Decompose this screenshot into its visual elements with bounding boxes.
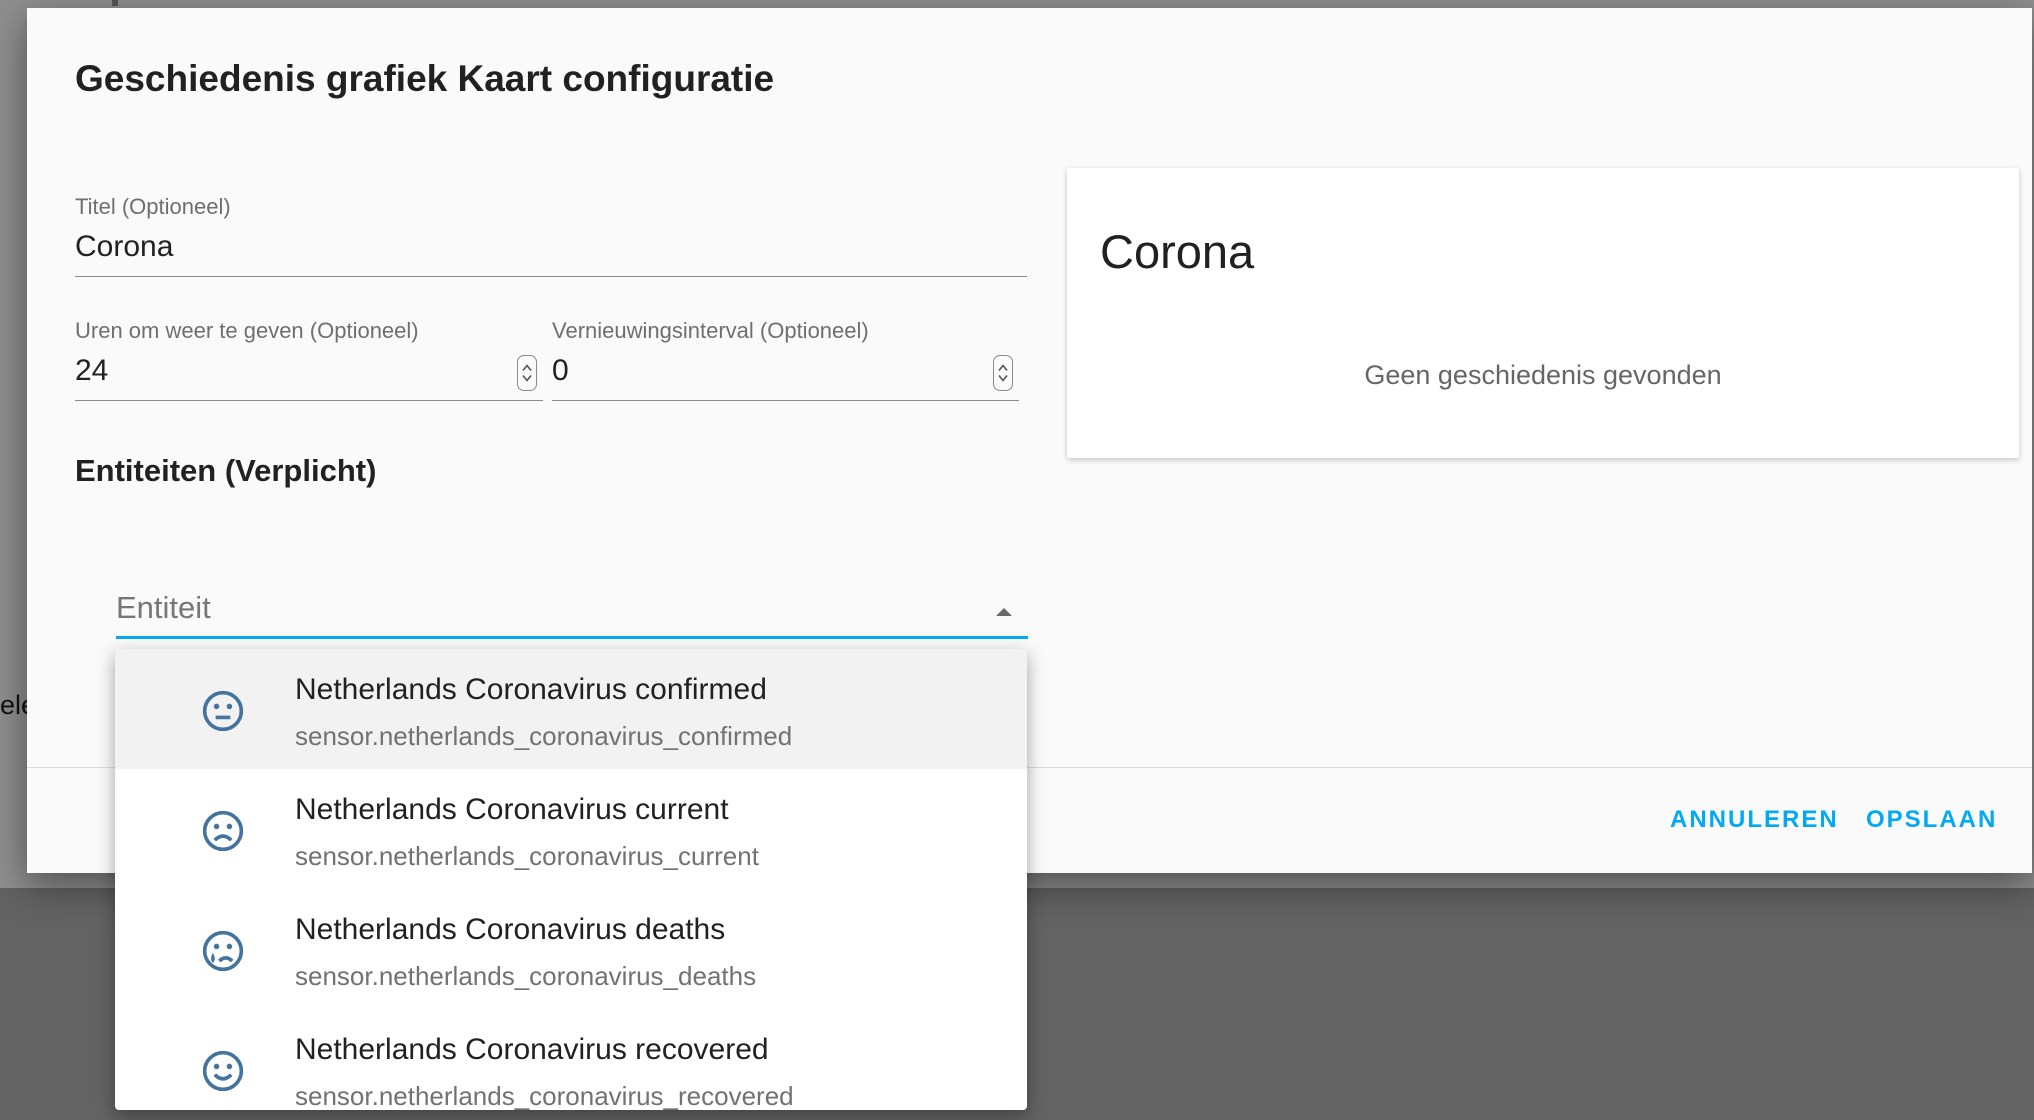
refresh-field[interactable]: Vernieuwingsinterval (Optioneel) 0 bbox=[552, 318, 1019, 401]
dialog-title: Geschiedenis grafiek Kaart configuratie bbox=[75, 58, 775, 99]
backdrop-partial-text: ele bbox=[0, 690, 27, 720]
dropdown-arrow-icon[interactable] bbox=[996, 608, 1012, 616]
hours-field[interactable]: Uren om weer te geven (Optioneel) 24 bbox=[75, 318, 543, 401]
entity-option-id: sensor.netherlands_coronavirus_confirmed bbox=[295, 721, 793, 751]
entity-option-deaths[interactable]: Netherlands Coronavirus deaths sensor.ne… bbox=[115, 889, 1027, 1009]
chevron-down-icon[interactable] bbox=[521, 373, 533, 384]
entity-option-recovered[interactable]: Netherlands Coronavirus recovered sensor… bbox=[115, 1009, 1027, 1110]
preview-title: Corona bbox=[1100, 225, 1255, 278]
preview-card: Corona Geen geschiedenis gevonden bbox=[1067, 168, 2019, 458]
save-button[interactable]: OPSLAAN bbox=[1866, 806, 1997, 834]
neutral-face-icon bbox=[202, 690, 244, 732]
entity-option-current[interactable]: Netherlands Coronavirus current sensor.n… bbox=[115, 769, 1027, 889]
backdrop-divider bbox=[112, 0, 118, 6]
refresh-spinner[interactable] bbox=[993, 355, 1013, 391]
title-field-label: Titel (Optioneel) bbox=[75, 194, 231, 219]
entity-option-id: sensor.netherlands_coronavirus_recovered bbox=[295, 1081, 794, 1110]
preview-empty-message: Geen geschiedenis gevonden bbox=[1364, 360, 1722, 390]
entity-option-id: sensor.netherlands_coronavirus_deaths bbox=[295, 961, 757, 991]
title-field[interactable]: Titel (Optioneel) Corona bbox=[75, 194, 1027, 277]
hours-spinner[interactable] bbox=[517, 355, 537, 391]
hours-field-label: Uren om weer te geven (Optioneel) bbox=[75, 318, 419, 343]
chevron-up-icon[interactable] bbox=[521, 362, 533, 373]
refresh-field-label: Vernieuwingsinterval (Optioneel) bbox=[552, 318, 869, 343]
happy-face-icon bbox=[202, 1050, 244, 1092]
entity-option-name: Netherlands Coronavirus recovered bbox=[295, 1033, 769, 1066]
sad-face-icon bbox=[202, 810, 244, 852]
entity-option-confirmed[interactable]: Netherlands Coronavirus confirmed sensor… bbox=[115, 649, 1027, 769]
hours-input[interactable]: 24 bbox=[75, 354, 543, 401]
entity-dropdown-list[interactable]: Netherlands Coronavirus confirmed sensor… bbox=[115, 649, 1027, 1110]
refresh-input[interactable]: 0 bbox=[552, 354, 1019, 401]
cancel-button[interactable]: ANNULEREN bbox=[1670, 806, 1839, 834]
entity-option-name: Netherlands Coronavirus confirmed bbox=[295, 673, 767, 706]
crying-face-icon bbox=[202, 930, 244, 972]
entities-heading: Entiteiten (Verplicht) bbox=[75, 453, 377, 488]
entity-option-name: Netherlands Coronavirus deaths bbox=[295, 913, 726, 946]
chevron-up-icon[interactable] bbox=[997, 362, 1009, 373]
entity-picker-input[interactable]: Entiteit bbox=[116, 586, 1028, 639]
chevron-down-icon[interactable] bbox=[997, 373, 1009, 384]
entity-option-id: sensor.netherlands_coronavirus_current bbox=[295, 841, 759, 871]
entity-option-name: Netherlands Coronavirus current bbox=[295, 793, 729, 826]
entity-picker-placeholder: Entiteit bbox=[116, 590, 211, 625]
title-input[interactable]: Corona bbox=[75, 230, 1027, 277]
